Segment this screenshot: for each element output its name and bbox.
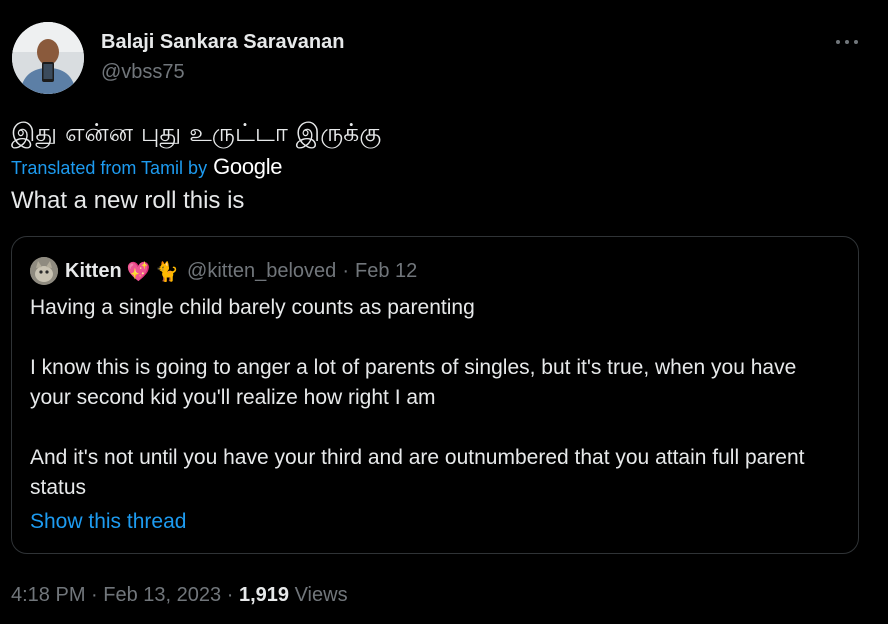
- quoted-tweet-date[interactable]: Feb 12: [355, 260, 417, 283]
- quoted-tweet-header: Kitten 💖 🐈 @kitten_beloved · Feb 12: [30, 257, 417, 285]
- google-logo: Google: [213, 154, 283, 179]
- tweet-translated-text: What a new roll this is: [11, 187, 245, 214]
- author-avatar-image: [12, 22, 84, 94]
- quoted-paragraph: I know this is going to anger a lot of p…: [30, 356, 797, 409]
- quoted-author-name[interactable]: Kitten: [65, 260, 122, 283]
- author-handle[interactable]: @vbss75: [101, 61, 185, 84]
- tweet-date[interactable]: Feb 13, 2023: [103, 584, 221, 606]
- cat-avatar-image: [30, 257, 58, 285]
- views-count: 1,919: [238, 584, 290, 606]
- translated-from-link[interactable]: Translated from Tamil by: [11, 158, 207, 179]
- quoted-author-avatar[interactable]: [30, 257, 58, 285]
- author-display-name[interactable]: Balaji Sankara Saravanan: [101, 31, 344, 54]
- tweet-meta: 4:18 PM · Feb 13, 2023 · 1,919 Views: [11, 584, 348, 607]
- show-this-thread-link[interactable]: Show this thread: [30, 510, 186, 534]
- more-options-button[interactable]: [832, 30, 862, 54]
- more-horizontal-icon: [836, 40, 840, 44]
- quoted-paragraph: And it's not until you have your third a…: [30, 446, 805, 499]
- tweet-time[interactable]: 4:18 PM: [11, 584, 85, 606]
- author-avatar[interactable]: [12, 22, 84, 94]
- cat-emoji: 🐈: [155, 260, 180, 283]
- meta-separator: ·: [226, 584, 234, 606]
- quoted-paragraph: Having a single child barely counts as p…: [30, 296, 475, 319]
- quoted-separator: ·: [342, 259, 349, 282]
- quoted-author-handle[interactable]: @kitten_beloved: [187, 260, 336, 283]
- views-label: Views: [294, 584, 348, 606]
- translation-attribution: Translated from Tamil by Google: [11, 154, 283, 180]
- sparkling-heart-emoji: 💖: [126, 260, 151, 283]
- meta-separator: ·: [91, 584, 98, 606]
- tweet-original-text: இது என்ன புது உருட்டா இருக்கு: [11, 118, 382, 147]
- quoted-tweet-card[interactable]: Kitten 💖 🐈 @kitten_beloved · Feb 12 Havi…: [11, 236, 859, 554]
